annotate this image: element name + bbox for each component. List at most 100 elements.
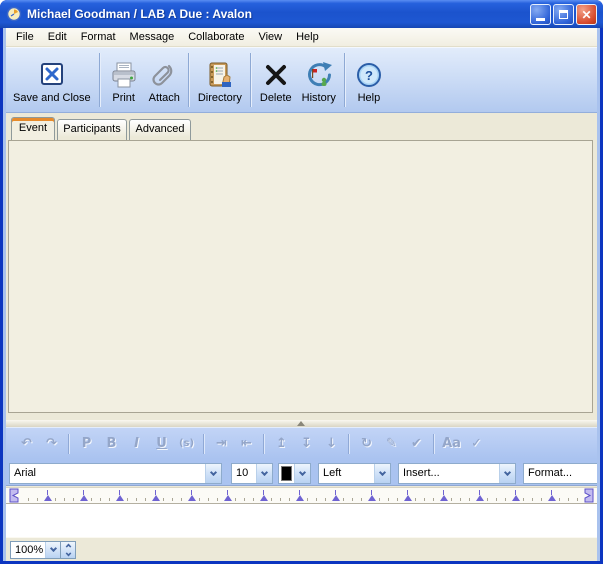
toolbar-button-label: History	[302, 92, 336, 104]
tab-stop-marker[interactable]	[224, 495, 232, 501]
ruler-tick	[127, 498, 128, 501]
zoom-value: 100%	[11, 542, 45, 558]
maximize-button[interactable]	[553, 4, 574, 25]
edit-icon: ✎	[379, 436, 404, 451]
chevron-down-icon[interactable]	[256, 464, 272, 483]
help-icon: ?	[354, 56, 384, 90]
tab-stop-marker[interactable]	[44, 495, 52, 501]
close-button[interactable]: ✕	[576, 4, 597, 25]
tab-stop-marker[interactable]	[80, 495, 88, 501]
print-button[interactable]: Print	[104, 50, 144, 110]
ruler-tick	[307, 498, 308, 501]
ruler-tick	[208, 498, 209, 501]
zoom-dropdown-button[interactable]	[45, 542, 60, 558]
tab-stop-marker[interactable]	[404, 495, 412, 501]
ruler-tick	[64, 498, 65, 501]
strikethrough-icon: (s)	[174, 438, 199, 449]
tab-stop-marker[interactable]	[548, 495, 556, 501]
ruler-tick	[199, 498, 200, 501]
menu-help[interactable]: Help	[289, 29, 326, 45]
spell-check-icon: ✓	[464, 436, 489, 451]
menu-view[interactable]: View	[251, 29, 289, 45]
text-color-dropdown[interactable]	[278, 463, 311, 484]
insert-dropdown[interactable]: Insert...	[398, 463, 516, 484]
ruler-tick	[415, 498, 416, 501]
chevron-down-icon[interactable]	[294, 464, 310, 483]
menu-file[interactable]: File	[9, 29, 41, 45]
tab-event[interactable]: Event	[11, 117, 55, 140]
ruler-tick	[109, 498, 110, 501]
menu-edit[interactable]: Edit	[41, 29, 74, 45]
ruler-tick	[181, 498, 182, 501]
bold-icon: B	[99, 436, 124, 451]
tab-stop-marker[interactable]	[368, 495, 376, 501]
tab-stop-marker[interactable]	[188, 495, 196, 501]
ruler-tick	[397, 498, 398, 501]
ruler-tick	[55, 498, 56, 501]
menu-format[interactable]: Format	[74, 29, 123, 45]
menu-collaborate[interactable]: Collaborate	[181, 29, 251, 45]
right-indent-marker[interactable]	[581, 488, 595, 503]
font-size-dropdown[interactable]: 10	[231, 463, 273, 484]
format-dropdown[interactable]: Format...	[523, 463, 597, 484]
chevron-down-icon	[65, 551, 71, 557]
chevron-down-icon[interactable]	[205, 464, 221, 483]
ruler-tick	[496, 498, 497, 501]
directory-button[interactable]: Directory	[193, 50, 247, 110]
toolbar-button-label: Delete	[260, 92, 292, 104]
help-button[interactable]: ? Help	[349, 50, 389, 110]
chevron-down-icon[interactable]	[499, 464, 515, 483]
ruler-tick	[451, 498, 452, 501]
menu-message[interactable]: Message	[123, 29, 182, 45]
delete-button[interactable]: Delete	[255, 50, 297, 110]
toolbar-button-label: Attach	[149, 92, 180, 104]
titlebar[interactable]: Michael Goodman / LAB A Due : Avalon ✕	[0, 0, 603, 28]
ruler-tick	[100, 498, 101, 501]
svg-text:?: ?	[365, 68, 373, 83]
pane-splitter[interactable]	[6, 420, 597, 427]
maximize-icon	[559, 10, 568, 19]
revert-icon: ↻	[354, 436, 379, 451]
font-family-dropdown[interactable]: Arial	[9, 463, 222, 484]
window-edge-right	[597, 28, 600, 561]
chevron-up-icon	[65, 544, 71, 550]
ruler-tick	[136, 498, 137, 501]
alignment-dropdown[interactable]: Left	[318, 463, 391, 484]
minimize-button[interactable]	[530, 4, 551, 25]
zoom-spinner[interactable]	[60, 542, 75, 558]
tab-stop-marker[interactable]	[116, 495, 124, 501]
ruler-tick	[505, 498, 506, 501]
chevron-down-icon[interactable]	[374, 464, 390, 483]
separator	[348, 434, 350, 454]
tab-stop-marker[interactable]	[332, 495, 340, 501]
app-icon	[6, 6, 22, 22]
ruler-tick	[73, 498, 74, 501]
ruler-tick	[433, 498, 434, 501]
attach-button[interactable]: Attach	[144, 50, 185, 110]
outdent-icon: ⇤	[234, 436, 259, 451]
history-button[interactable]: History	[297, 50, 341, 110]
formatting-toolbar: ↶ ↷ P B I U (s) ⇥ ⇤ ↥ ↧ ↓ ↻ ✎ ✔ Aa ✓	[6, 427, 597, 459]
ruler-tick	[541, 498, 542, 501]
save-and-close-button[interactable]: Save and Close	[8, 50, 96, 110]
ruler-tick	[280, 498, 281, 501]
ruler-tick	[559, 498, 560, 501]
tab-advanced[interactable]: Advanced	[129, 119, 191, 140]
ruler-tick	[577, 498, 578, 501]
tab-stop-marker[interactable]	[512, 495, 520, 501]
tab-stop-marker[interactable]	[440, 495, 448, 501]
tab-stop-marker[interactable]	[152, 495, 160, 501]
approve-icon: ✔	[404, 436, 429, 451]
font-family-value: Arial	[10, 464, 205, 483]
history-icon	[304, 56, 334, 90]
separator	[250, 53, 252, 107]
tab-stop-marker[interactable]	[260, 495, 268, 501]
ruler-tick	[253, 498, 254, 501]
tab-stop-marker[interactable]	[476, 495, 484, 501]
ruler-tick	[289, 498, 290, 501]
tab-participants[interactable]: Participants	[57, 119, 127, 140]
tab-stop-marker[interactable]	[296, 495, 304, 501]
message-body[interactable]	[6, 504, 597, 537]
ruler-tick	[316, 498, 317, 501]
left-indent-marker[interactable]	[8, 488, 22, 503]
